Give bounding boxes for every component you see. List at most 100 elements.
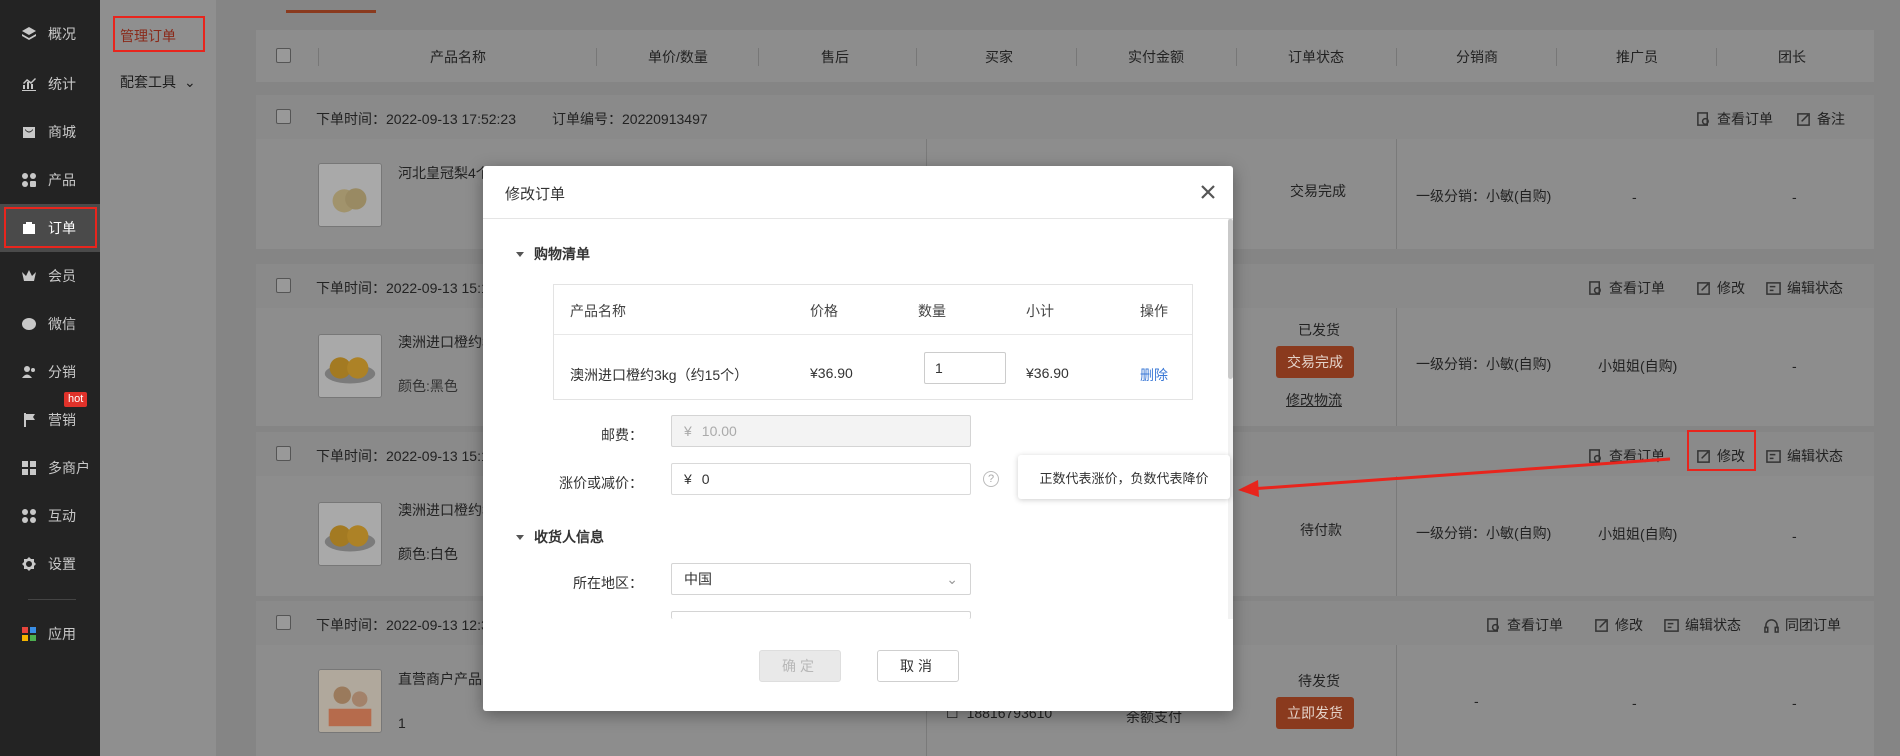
- quantity-input[interactable]: [924, 352, 1006, 384]
- active-tab-underline: [286, 10, 376, 13]
- view-order-link[interactable]: 查看订单: [1588, 446, 1665, 466]
- view-order-link[interactable]: 查看订单: [1486, 615, 1563, 635]
- col-paid: 实付金额: [1128, 49, 1184, 65]
- cart-item-subtotal: ¥36.90: [1026, 365, 1069, 381]
- distributor: 一级分销：小敏(自购): [1416, 356, 1552, 372]
- section-receiver-header[interactable]: 收货人信息: [516, 527, 604, 547]
- sidebar-item-label: 多商户: [48, 460, 90, 476]
- product-image: [318, 669, 382, 733]
- edit-status-link[interactable]: 编辑状态: [1766, 278, 1843, 298]
- sidebar-item-apps[interactable]: 应用: [0, 610, 100, 658]
- help-tooltip: 正数代表涨价，负数代表降价: [1018, 455, 1230, 499]
- order-checkbox[interactable]: [276, 615, 291, 630]
- order-checkbox[interactable]: [276, 446, 291, 461]
- subnav-tools[interactable]: 配套工具 ⌄: [120, 72, 196, 92]
- sidebar-item-mall[interactable]: 商城: [0, 108, 100, 156]
- edit-status-link[interactable]: 编辑状态: [1766, 446, 1843, 466]
- product-image: [318, 334, 382, 398]
- product-quantity: 1: [398, 715, 406, 731]
- sidebar-item-label: 微信: [48, 316, 76, 332]
- cart-table: 产品名称 价格 数量 小计 操作 澳洲进口橙约3kg（约15个） ¥36.90 …: [553, 284, 1193, 400]
- edit-order-dialog: 修改订单 购物清单 产品名称 价格 数量 小计 操作 澳洲进口橙约3kg（约15…: [483, 166, 1233, 711]
- cancel-button[interactable]: 取消: [877, 650, 959, 682]
- crown-icon: [20, 267, 38, 285]
- apps-icon: [20, 625, 38, 643]
- next-field-partial[interactable]: [671, 611, 971, 619]
- sidebar-item-interact[interactable]: 互动: [0, 492, 100, 540]
- edit-icon: [1797, 112, 1810, 126]
- sidebar: 概况 统计 商城 产品 订单 会员 微信 分销 hot 营销 多商户 互动 设置…: [0, 0, 100, 756]
- group-order-link[interactable]: 同团订单: [1764, 615, 1841, 635]
- chevron-down-icon: ⌄: [946, 571, 958, 587]
- product-variant: 颜色:黑色: [398, 378, 458, 394]
- sidebar-item-label: 分销: [48, 364, 76, 380]
- sidebar-item-overview[interactable]: 概况: [0, 10, 100, 58]
- product-name[interactable]: 澳洲进口橙约3: [398, 332, 490, 352]
- sidebar-item-distribution[interactable]: 分销: [0, 348, 100, 396]
- leader: -: [1792, 695, 1797, 711]
- distributor: 一级分销：小敏(自购): [1416, 188, 1552, 204]
- shipping-label: 邮费：: [601, 427, 643, 443]
- sidebar-item-stats[interactable]: 统计: [0, 60, 100, 108]
- select-all-checkbox[interactable]: [276, 48, 291, 63]
- leader: -: [1792, 528, 1797, 544]
- view-order-link[interactable]: 查看订单: [1588, 278, 1665, 298]
- help-icon[interactable]: ?: [983, 471, 999, 487]
- sidebar-item-label: 设置: [48, 556, 76, 572]
- order-checkbox[interactable]: [276, 278, 291, 293]
- order-status: 交易完成: [1290, 183, 1346, 199]
- section-cart-header[interactable]: 购物清单: [516, 244, 590, 264]
- dialog-scrollbar-thumb[interactable]: [1228, 219, 1233, 379]
- cart-col-subtotal: 小计: [1026, 303, 1054, 319]
- modify-order-link[interactable]: 修改: [1696, 278, 1745, 298]
- region-select[interactable]: 中国 ⌄: [671, 563, 971, 595]
- shipping-value: 10.00: [701, 423, 737, 439]
- status-button[interactable]: 交易完成: [1276, 346, 1354, 378]
- sidebar-item-marketing[interactable]: 营销: [0, 396, 100, 444]
- modify-logistics-link[interactable]: 修改物流: [1286, 390, 1342, 410]
- product-name[interactable]: 澳洲进口橙约3: [398, 500, 490, 520]
- region-value: 中国: [684, 571, 712, 587]
- delete-item-link[interactable]: 删除: [1140, 365, 1168, 385]
- layers-icon: [20, 25, 38, 43]
- col-status: 订单状态: [1288, 49, 1344, 65]
- dialog-header: 修改订单: [483, 166, 1233, 219]
- region-label: 所在地区：: [573, 575, 643, 591]
- sidebar-item-products[interactable]: 产品: [0, 156, 100, 204]
- wechat-icon: [20, 315, 38, 333]
- chevron-down-icon: ⌄: [184, 74, 196, 90]
- sidebar-item-label: 统计: [48, 76, 76, 92]
- sub-navigation: 管理订单 配套工具 ⌄: [100, 0, 216, 756]
- view-order-link[interactable]: 查看订单: [1696, 109, 1773, 129]
- confirm-button[interactable]: 确定: [759, 650, 841, 682]
- order-header: 下单时间：2022-09-13 17:52:23 订单编号：2022091349…: [256, 95, 1874, 139]
- sidebar-item-label: 产品: [48, 172, 76, 188]
- col-buyer: 买家: [985, 49, 1013, 65]
- adjust-price-input[interactable]: ¥ 0: [671, 463, 971, 495]
- doc-search-icon: [1487, 617, 1499, 632]
- promoter: 小姐姐(自购): [1598, 358, 1678, 374]
- order-checkbox[interactable]: [276, 109, 291, 124]
- cart-col-price: 价格: [810, 303, 838, 319]
- sidebar-item-label: 概况: [48, 26, 76, 42]
- remark-link[interactable]: 备注: [1796, 109, 1845, 129]
- sidebar-item-multi-merchant[interactable]: 多商户: [0, 444, 100, 492]
- leader: -: [1792, 189, 1797, 205]
- leader: -: [1792, 358, 1797, 374]
- sidebar-item-settings[interactable]: 设置: [0, 540, 100, 588]
- close-icon[interactable]: [1198, 182, 1218, 202]
- sidebar-item-members[interactable]: 会员: [0, 252, 100, 300]
- product-name[interactable]: 直营商户产品1: [398, 669, 490, 689]
- flag-icon: [20, 411, 38, 429]
- order-status: 待付款: [1300, 522, 1342, 538]
- col-promoter: 推广员: [1616, 49, 1658, 65]
- ship-now-button[interactable]: 立即发货: [1276, 697, 1354, 729]
- doc-search-icon: [1589, 448, 1601, 463]
- product-name[interactable]: 河北皇冠梨4个: [398, 163, 490, 183]
- sidebar-item-wechat[interactable]: 微信: [0, 300, 100, 348]
- modify-order-link[interactable]: 修改: [1594, 615, 1643, 635]
- adjust-price-value: 0: [701, 471, 710, 487]
- headset-icon: [1764, 618, 1779, 633]
- edit-status-link[interactable]: 编辑状态: [1664, 615, 1741, 635]
- promoter: 小姐姐(自购): [1598, 526, 1678, 542]
